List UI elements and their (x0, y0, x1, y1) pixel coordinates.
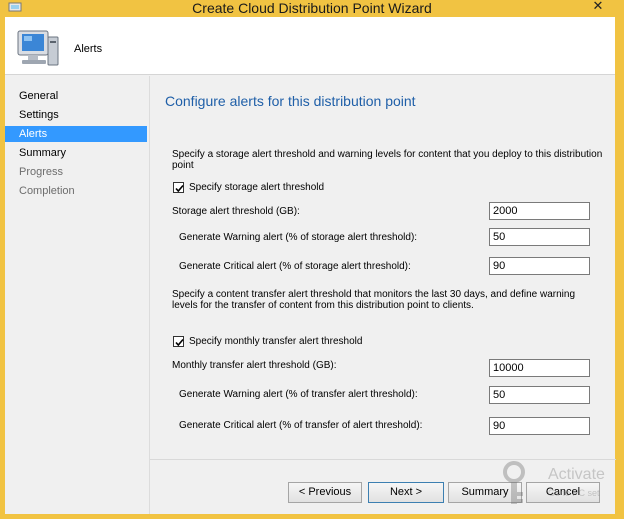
nav-item-progress: Progress (19, 166, 64, 178)
window-title: Create Cloud Distribution Point Wizard (192, 0, 432, 16)
close-button[interactable]: ✕ (578, 0, 618, 16)
summary-button[interactable]: Summary (448, 482, 522, 503)
title-bar: Create Cloud Distribution Point Wizard ✕ (0, 0, 624, 17)
storage-critical-input[interactable] (489, 257, 590, 275)
page-title: Configure alerts for this distribution p… (165, 93, 416, 109)
storage-warning-input[interactable] (489, 228, 590, 246)
footer-divider (150, 459, 616, 460)
computer-wizard-icon (17, 30, 59, 66)
storage-warning-label: Generate Warning alert (% of storage ale… (179, 232, 418, 243)
nav-item-summary[interactable]: Summary (5, 145, 147, 161)
transfer-description-line2: levels for the transfer of content from … (172, 300, 474, 311)
storage-description-line1: Specify a storage alert threshold and wa… (172, 149, 603, 160)
nav-item-completion: Completion (19, 185, 75, 197)
previous-button[interactable]: < Previous (288, 482, 362, 503)
transfer-description-line1: Specify a content transfer alert thresho… (172, 289, 576, 300)
transfer-threshold-label: Monthly transfer alert threshold (GB): (172, 360, 337, 371)
header-page-name: Alerts (74, 43, 103, 55)
transfer-warning-label: Generate Warning alert (% of transfer al… (179, 389, 418, 400)
storage-description-line2: point (172, 160, 194, 171)
storage-critical-label: Generate Critical alert (% of storage al… (179, 261, 411, 272)
transfer-critical-label: Generate Critical alert (% of transfer o… (179, 420, 423, 431)
transfer-warning-input[interactable] (489, 386, 590, 404)
cancel-button[interactable]: Cancel (526, 482, 600, 503)
transfer-critical-input[interactable] (489, 417, 590, 435)
storage-threshold-input[interactable] (489, 202, 590, 220)
storage-threshold-label: Storage alert threshold (GB): (172, 206, 300, 217)
nav-item-settings[interactable]: Settings (5, 107, 147, 123)
storage-threshold-checkbox[interactable] (173, 182, 184, 193)
checkmark-icon (175, 184, 184, 193)
nav-item-alerts[interactable]: Alerts (5, 126, 147, 142)
transfer-threshold-input[interactable] (489, 359, 590, 377)
transfer-checkbox-label[interactable]: Specify monthly transfer alert threshold (189, 336, 362, 348)
storage-checkbox-label[interactable]: Specify storage alert threshold (189, 182, 324, 194)
wizard-client-area: Alerts General Settings Alerts Summary P… (5, 17, 616, 514)
wizard-window: Create Cloud Distribution Point Wizard ✕… (0, 0, 624, 519)
wizard-header: Alerts (5, 17, 615, 75)
wizard-nav: General Settings Alerts Summary Progress… (5, 76, 149, 514)
transfer-threshold-checkbox[interactable] (173, 336, 184, 347)
checkmark-icon (175, 338, 184, 347)
wizard-content: Configure alerts for this distribution p… (149, 76, 616, 514)
nav-item-general[interactable]: General (5, 88, 147, 104)
next-button[interactable]: Next > (368, 482, 444, 503)
